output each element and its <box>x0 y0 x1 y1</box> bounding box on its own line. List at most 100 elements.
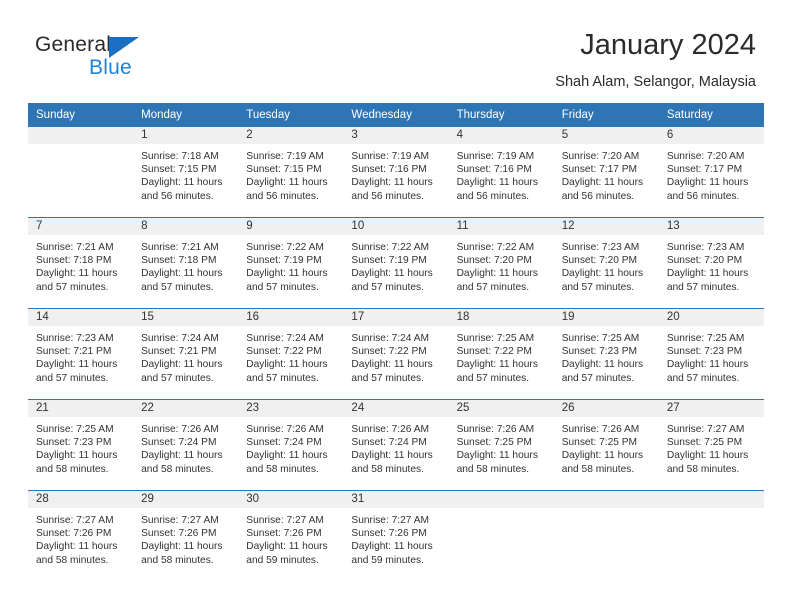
sunrise-text: Sunrise: 7:25 AM <box>456 333 535 344</box>
daylight-text-line2: and 58 minutes. <box>141 463 214 475</box>
daylight-text-line2: and 57 minutes. <box>246 281 319 293</box>
sunrise-text: Sunrise: 7:25 AM <box>666 333 745 344</box>
day-detail-block: Sunrise: 7:21 AM Sunset: 7:18 PM Daylight:… <box>28 235 133 294</box>
calendar-day-cell[interactable]: 18 Sunrise: 7:25 AM Sunset: 7:22 PM Dayligh… <box>448 308 554 400</box>
day-detail-block: Sunrise: 7:25 AM Sunset: 7:22 PM Daylight:… <box>449 326 554 385</box>
calendar-day-cell[interactable]: 14 Sunrise: 7:23 AM Sunset: 7:21 PM Dayligh… <box>28 308 134 400</box>
calendar-day-cell[interactable]: 30 Sunrise: 7:27 AM Sunset: 7:26 PM Dayligh… <box>238 490 344 581</box>
day-detail-block: Sunrise: 7:26 AM Sunset: 7:24 PM Daylight:… <box>133 417 238 476</box>
day-number: 2 <box>238 127 344 144</box>
day-detail-block: Sunrise: 7:27 AM Sunset: 7:26 PM Daylight:… <box>238 508 343 567</box>
sunset-text: Sunset: 7:22 PM <box>246 346 322 358</box>
calendar-day-cell[interactable]: 11 Sunrise: 7:22 AM Sunset: 7:20 PM Dayligh… <box>448 217 554 309</box>
daylight-text-line1: Daylight: 11 hours <box>36 541 118 553</box>
daylight-text-line2: and 58 minutes. <box>246 463 319 475</box>
calendar-day-cell[interactable]: 28 Sunrise: 7:27 AM Sunset: 7:26 PM Dayligh… <box>28 490 134 581</box>
daylight-text-line1: Daylight: 11 hours <box>351 268 433 280</box>
calendar-day-cell[interactable]: 5 Sunrise: 7:20 AM Sunset: 7:17 PM Daylight… <box>553 127 659 218</box>
calendar-day-cell[interactable]: 9 Sunrise: 7:22 AM Sunset: 7:19 PM Daylight… <box>238 217 344 309</box>
calendar-day-cell[interactable]: 29 Sunrise: 7:27 AM Sunset: 7:26 PM Dayligh… <box>133 490 239 581</box>
daylight-text-line2: and 57 minutes. <box>351 372 424 384</box>
calendar-day-cell[interactable]: 8 Sunrise: 7:21 AM Sunset: 7:18 PM Daylight… <box>133 217 239 309</box>
day-number: 13 <box>658 218 764 235</box>
day-number: 30 <box>238 491 344 508</box>
calendar-day-cell[interactable]: 22 Sunrise: 7:26 AM Sunset: 7:24 PM Dayligh… <box>133 399 239 491</box>
weekday-header-monday: Monday <box>133 103 239 127</box>
calendar-day-cell[interactable]: 25 Sunrise: 7:26 AM Sunset: 7:25 PM Dayligh… <box>448 399 554 491</box>
day-detail-block: Sunrise: 7:19 AM Sunset: 7:16 PM Daylight:… <box>449 144 554 203</box>
calendar-day-cell[interactable]: 6 Sunrise: 7:20 AM Sunset: 7:17 PM Daylight… <box>658 127 764 218</box>
calendar-day-cell[interactable]: 4 Sunrise: 7:19 AM Sunset: 7:16 PM Daylight… <box>448 127 554 218</box>
sunset-text: Sunset: 7:23 PM <box>561 346 638 358</box>
day-number: 16 <box>238 309 344 326</box>
day-number: 26 <box>553 400 659 417</box>
calendar-day-cell[interactable]: 20 Sunrise: 7:25 AM Sunset: 7:23 PM Dayligh… <box>658 308 764 400</box>
daylight-text-line2: and 57 minutes. <box>561 281 635 293</box>
sunset-text: Sunset: 7:24 PM <box>141 437 217 449</box>
day-number: 10 <box>343 218 449 235</box>
sunset-text: Sunset: 7:26 PM <box>141 528 217 540</box>
daylight-text-line2: and 58 minutes. <box>141 554 214 566</box>
calendar-day-cell[interactable]: 21 Sunrise: 7:25 AM Sunset: 7:23 PM Dayligh… <box>28 399 134 491</box>
calendar-day-cell[interactable]: 3 Sunrise: 7:19 AM Sunset: 7:16 PM Daylight… <box>343 127 449 218</box>
sunset-text: Sunset: 7:21 PM <box>36 346 112 358</box>
daylight-text-line1: Daylight: 11 hours <box>141 450 223 462</box>
brand-name-blue: Blue <box>89 56 132 79</box>
calendar-day-cell[interactable]: 23 Sunrise: 7:26 AM Sunset: 7:24 PM Dayligh… <box>238 399 344 491</box>
sunrise-text: Sunrise: 7:20 AM <box>666 151 745 162</box>
sunset-text: Sunset: 7:22 PM <box>456 346 532 358</box>
daylight-text-line2: and 56 minutes. <box>351 190 424 202</box>
daylight-text-line1: Daylight: 11 hours <box>246 177 328 189</box>
day-number: 5 <box>553 127 659 144</box>
sunset-text: Sunset: 7:26 PM <box>351 528 427 540</box>
sunrise-text: Sunrise: 7:21 AM <box>36 242 114 253</box>
calendar-page: General Blue January 2024 Shah Alam, Sel… <box>0 0 792 612</box>
sunrise-text: Sunrise: 7:24 AM <box>246 333 324 344</box>
calendar-week-row: 14 Sunrise: 7:23 AM Sunset: 7:21 PM Dayligh… <box>28 308 764 400</box>
daylight-text-line2: and 56 minutes. <box>666 190 740 202</box>
brand-logo[interactable]: General Blue <box>35 33 235 85</box>
weekday-header-wednesday: Wednesday <box>343 103 449 127</box>
daylight-text-line1: Daylight: 11 hours <box>561 450 644 462</box>
day-detail-block: Sunrise: 7:23 AM Sunset: 7:20 PM Daylight:… <box>554 235 659 294</box>
daylight-text-line1: Daylight: 11 hours <box>141 177 223 189</box>
calendar-day-cell[interactable]: 1 Sunrise: 7:18 AM Sunset: 7:15 PM Daylight… <box>133 127 239 218</box>
calendar-day-cell[interactable]: 12 Sunrise: 7:23 AM Sunset: 7:20 PM Dayligh… <box>553 217 659 309</box>
calendar-day-cell[interactable]: 19 Sunrise: 7:25 AM Sunset: 7:23 PM Dayligh… <box>553 308 659 400</box>
day-detail-block: Sunrise: 7:24 AM Sunset: 7:22 PM Daylight:… <box>238 326 343 385</box>
daylight-text-line1: Daylight: 11 hours <box>666 268 749 280</box>
sunrise-text: Sunrise: 7:23 AM <box>36 333 114 344</box>
calendar-day-cell[interactable]: 24 Sunrise: 7:26 AM Sunset: 7:24 PM Dayligh… <box>343 399 449 491</box>
calendar-day-cell[interactable]: 17 Sunrise: 7:24 AM Sunset: 7:22 PM Dayligh… <box>343 308 449 400</box>
day-number: 15 <box>133 309 239 326</box>
weekday-header-saturday: Saturday <box>658 103 764 127</box>
daylight-text-line1: Daylight: 11 hours <box>456 268 538 280</box>
location-subtitle: Shah Alam, Selangor, Malaysia <box>555 74 756 90</box>
calendar-day-cell[interactable]: 31 Sunrise: 7:27 AM Sunset: 7:26 PM Dayligh… <box>343 490 449 581</box>
sunset-text: Sunset: 7:22 PM <box>351 346 427 358</box>
day-number: 28 <box>28 491 134 508</box>
calendar-day-cell[interactable]: 16 Sunrise: 7:24 AM Sunset: 7:22 PM Dayligh… <box>238 308 344 400</box>
day-number: 27 <box>658 400 764 417</box>
sunset-text: Sunset: 7:19 PM <box>351 255 427 267</box>
day-number: 25 <box>448 400 554 417</box>
calendar-day-cell[interactable]: 27 Sunrise: 7:27 AM Sunset: 7:25 PM Dayligh… <box>658 399 764 491</box>
sunset-text: Sunset: 7:20 PM <box>456 255 532 267</box>
sunrise-text: Sunrise: 7:26 AM <box>351 424 430 435</box>
daylight-text-line1: Daylight: 11 hours <box>246 268 328 280</box>
daylight-text-line1: Daylight: 11 hours <box>561 268 644 280</box>
daylight-text-line2: and 57 minutes. <box>246 372 319 384</box>
calendar-day-cell[interactable]: 10 Sunrise: 7:22 AM Sunset: 7:19 PM Dayligh… <box>343 217 449 309</box>
calendar-day-cell[interactable]: 13 Sunrise: 7:23 AM Sunset: 7:20 PM Dayligh… <box>658 217 764 309</box>
daylight-text-line1: Daylight: 11 hours <box>351 359 433 371</box>
calendar-day-cell[interactable]: 26 Sunrise: 7:26 AM Sunset: 7:25 PM Dayligh… <box>553 399 659 491</box>
calendar-day-cell[interactable]: 15 Sunrise: 7:24 AM Sunset: 7:21 PM Dayligh… <box>133 308 239 400</box>
daylight-text-line2: and 58 minutes. <box>561 463 635 475</box>
calendar-day-cell[interactable]: 7 Sunrise: 7:21 AM Sunset: 7:18 PM Daylight… <box>28 217 134 309</box>
weekday-header-row: Sunday Monday Tuesday Wednesday Thursday… <box>28 103 764 127</box>
day-number: 1 <box>133 127 239 144</box>
sunrise-text: Sunrise: 7:20 AM <box>561 151 640 162</box>
daylight-text-line2: and 57 minutes. <box>36 372 109 384</box>
day-number: 19 <box>553 309 659 326</box>
calendar-day-cell[interactable]: 2 Sunrise: 7:19 AM Sunset: 7:15 PM Daylight… <box>238 127 344 218</box>
